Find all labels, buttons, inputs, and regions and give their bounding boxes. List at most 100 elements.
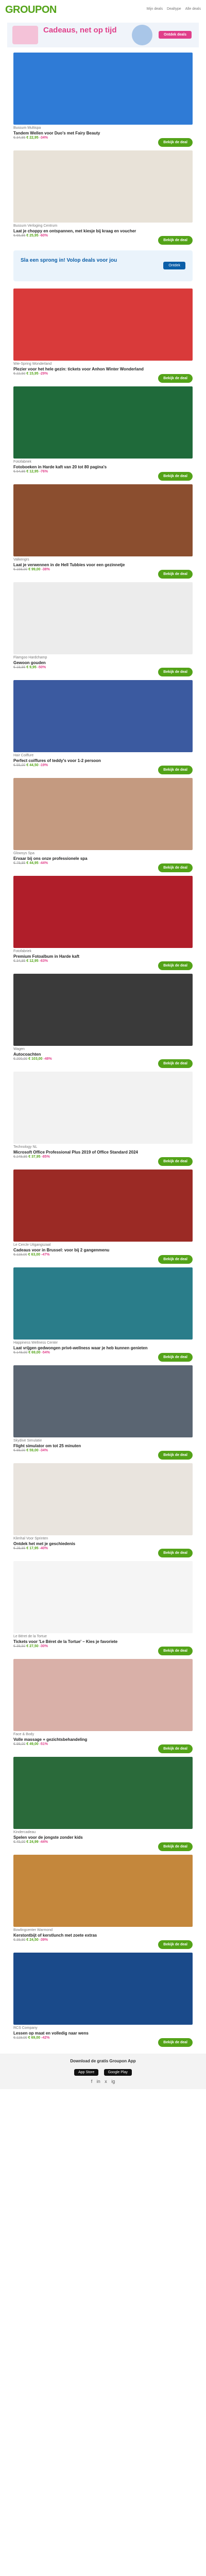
instagram-icon[interactable]: ig <box>111 2079 115 2084</box>
view-deal-button[interactable]: Bekijk de deal <box>158 1353 193 1362</box>
view-deal-button[interactable]: Bekijk de deal <box>158 1842 193 1851</box>
view-deal-button[interactable]: Bekijk de deal <box>158 570 193 579</box>
old-price: € 34,95 <box>13 959 26 963</box>
deal-title[interactable]: Spelen voor de jongste zonder kids <box>13 1835 193 1840</box>
deal-card[interactable]: Hair Coiffure Perfect coiffures of teddy'… <box>13 680 193 778</box>
header-link[interactable]: Alle deals <box>185 7 201 11</box>
deal-image[interactable] <box>13 1953 193 2025</box>
deal-title[interactable]: Flight simulator om tot 25 minuten <box>13 1444 193 1449</box>
promo-button[interactable]: Ontdek deals <box>159 31 192 39</box>
deal-title[interactable]: Ontdek het met je geschiedenis <box>13 1541 193 1547</box>
deal-card[interactable]: Wie-Spring Wonderland Plezier voor het he… <box>13 289 193 386</box>
app-store-badge[interactable]: App Store <box>74 2069 99 2076</box>
view-deal-button[interactable]: Bekijk de deal <box>158 138 193 147</box>
header-link[interactable]: Mijn deals <box>147 7 163 11</box>
view-deal-button[interactable]: Bekijk de deal <box>158 1744 193 1753</box>
view-deal-button[interactable]: Bekijk de deal <box>158 236 193 245</box>
deal-title[interactable]: Ervaar bij ons onze professionele spa <box>13 856 193 861</box>
deal-image[interactable] <box>13 1855 193 1927</box>
deal-title[interactable]: Plezier voor het hele gezin: tickets voo… <box>13 367 193 372</box>
deal-image[interactable] <box>13 289 193 361</box>
promo-banner[interactable]: Cadeaus, net op tijd Ontdek deals <box>7 23 199 47</box>
view-deal-button[interactable]: Bekijk de deal <box>158 1647 193 1655</box>
view-deal-button[interactable]: Bekijk de deal <box>158 1255 193 1264</box>
view-deal-button[interactable]: Bekijk de deal <box>158 1940 193 1949</box>
header-link[interactable]: Dealtype <box>167 7 181 11</box>
deal-title[interactable]: Perfect coiffures of teddy's voor 1-2 pe… <box>13 758 193 764</box>
deal-card[interactable]: Happiness Wellness Center Laat vrijgen ge… <box>13 1267 193 1365</box>
view-deal-button[interactable]: Bekijk de deal <box>158 863 193 872</box>
deal-title[interactable]: Kerstontbijt of kerstlunch met zoete ext… <box>13 1933 193 1938</box>
deal-title[interactable]: Cadeaus voor in Brussel: voor bij 2 gang… <box>13 1248 193 1253</box>
linkedin-icon[interactable]: in <box>97 2079 100 2084</box>
deal-title[interactable]: Tickets voor 'Le Béret de la Tortue' – K… <box>13 1639 193 1645</box>
deal-card[interactable]: Bussum Multispa Tandem Wellen voor Duo's … <box>13 53 193 150</box>
deal-card[interactable]: Technology NL Microsoft Office Profession… <box>13 1072 193 1170</box>
deal-card[interactable]: RCS Company Lessen op maat en volledig na… <box>13 1953 193 2050</box>
view-deal-button[interactable]: Bekijk de deal <box>158 1549 193 1557</box>
deal-card[interactable]: Kindercadeau Spelen voor de jongste zonde… <box>13 1757 193 1855</box>
deal-card[interactable]: Le Béret de la Tortue Tickets voor 'Le Bé… <box>13 1561 193 1659</box>
deal-card[interactable]: Bussum Verloging Centrum Laat je choppy e… <box>13 150 193 248</box>
deal-title[interactable]: Volle massage + gezichtsbehandeling <box>13 1737 193 1742</box>
deal-title[interactable]: Microsoft Office Professional Plus 2019 … <box>13 1150 193 1155</box>
view-deal-button[interactable]: Bekijk de deal <box>158 374 193 383</box>
deal-title[interactable]: Laat je choppy en ontspannen, met kiesje… <box>13 229 193 234</box>
deal-card[interactable]: Face & Body Volle massage + gezichtsbehan… <box>13 1659 193 1757</box>
discount-badge: -39% <box>39 1938 48 1942</box>
x-icon[interactable]: x <box>105 2079 107 2084</box>
facebook-icon[interactable]: f <box>91 2079 93 2084</box>
deal-card[interactable]: Bowlingcenter Warmond Kerstontbijt of ker… <box>13 1855 193 1953</box>
deal-image[interactable] <box>13 484 193 556</box>
new-price: € 69,00 <box>28 1351 41 1354</box>
deal-image[interactable] <box>13 1659 193 1731</box>
deal-title[interactable]: Laat vrijgen gedwongen privé-wellness wa… <box>13 1346 193 1351</box>
deal-title[interactable]: Gewoon gouden <box>13 660 193 666</box>
deal-card[interactable]: Valkengrs Laat je verwennen in de Hell Tu… <box>13 484 193 582</box>
deal-card[interactable]: Fotofabriek Fotoboeken in Harde kaft van … <box>13 386 193 484</box>
old-price: € 45,00 <box>13 1840 26 1844</box>
deal-image[interactable] <box>13 1170 193 1242</box>
deal-image[interactable] <box>13 778 193 850</box>
deal-title[interactable]: Tandem Wellen voor Duo's met Fairy Beaut… <box>13 131 193 136</box>
google-play-badge[interactable]: Google Play <box>104 2069 132 2076</box>
view-deal-button[interactable]: Bekijk de deal <box>158 1059 193 1068</box>
deal-image[interactable] <box>13 680 193 752</box>
deal-card[interactable]: Glowsys Spa Ervaar bij ons onze professio… <box>13 778 193 876</box>
deal-image[interactable] <box>13 1267 193 1340</box>
mid-promo-banner[interactable]: Sla een sprong in! Volop deals voor jou O… <box>13 250 193 281</box>
groupon-logo[interactable]: GROUPON <box>5 4 57 16</box>
deal-merchant: Hair Coiffure <box>13 754 34 757</box>
deal-card[interactable]: Fotofabriek Premium Fotoalbum in Harde ka… <box>13 876 193 974</box>
view-deal-button[interactable]: Bekijk de deal <box>158 472 193 481</box>
deal-image[interactable] <box>13 1463 193 1535</box>
deal-image[interactable] <box>13 53 193 125</box>
view-deal-button[interactable]: Bekijk de deal <box>158 961 193 970</box>
deal-image[interactable] <box>13 974 193 1046</box>
view-deal-button[interactable]: Bekijk de deal <box>158 1157 193 1166</box>
deal-title[interactable]: Autocoachten <box>13 1052 193 1057</box>
deal-image[interactable] <box>13 582 193 654</box>
deal-image[interactable] <box>13 150 193 223</box>
deal-card[interactable]: Flamgoo Hardchamp Gewoon gouden € 19,95 € … <box>13 582 193 680</box>
mid-promo-button[interactable]: Ontdek <box>163 262 185 269</box>
deal-card[interactable]: Klimhal Voor Sprinten Ontdek het met je g… <box>13 1463 193 1561</box>
deal-prices: € 19,95 € 9,95 -50% Bekijk de deal <box>13 666 193 680</box>
deal-image[interactable] <box>13 1561 193 1633</box>
deal-title[interactable]: Fotoboeken in Harde kaft van 20 tot 80 p… <box>13 465 193 470</box>
view-deal-button[interactable]: Bekijk de deal <box>158 2038 193 2047</box>
view-deal-button[interactable]: Bekijk de deal <box>158 766 193 774</box>
deal-card[interactable]: Skydive Simulatie Flight simulator om tot… <box>13 1365 193 1463</box>
deal-image[interactable] <box>13 1072 193 1144</box>
deal-image[interactable] <box>13 876 193 948</box>
deal-image[interactable] <box>13 386 193 459</box>
deal-title[interactable]: Premium Fotoalbum in Harde kaft <box>13 954 193 959</box>
view-deal-button[interactable]: Bekijk de deal <box>158 668 193 676</box>
deal-image[interactable] <box>13 1365 193 1437</box>
view-deal-button[interactable]: Bekijk de deal <box>158 1451 193 1460</box>
deal-image[interactable] <box>13 1757 193 1829</box>
deal-card[interactable]: Le Cercle Uitgangszaal Cadeaus voor in Br… <box>13 1170 193 1267</box>
deal-title[interactable]: Laat je verwennen in de Hell Tubbies voo… <box>13 563 193 568</box>
deal-card[interactable]: Wagen Autocoachten € 200,00 € 103,00 -48% B… <box>13 974 193 1072</box>
deal-title[interactable]: Lessen op maat en volledig naar wens <box>13 2031 193 2036</box>
